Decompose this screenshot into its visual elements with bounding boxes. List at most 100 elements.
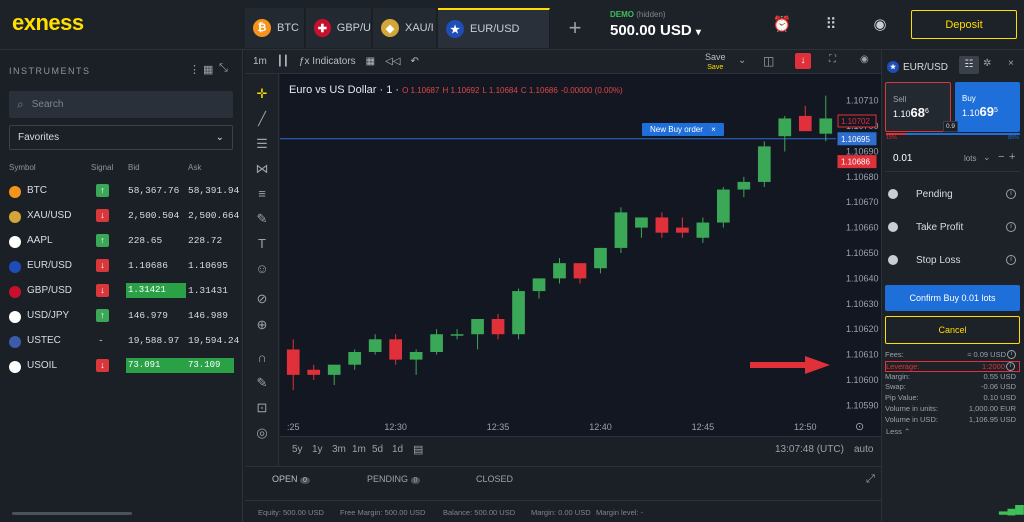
instrument-row[interactable]: XAU/USD ↓ 2,500.504 2,500.664 (0, 205, 243, 230)
text-icon[interactable]: T (254, 236, 270, 252)
cancel-button[interactable]: Cancel (885, 316, 1020, 344)
tab-pending[interactable]: PENDING 0 (367, 474, 421, 484)
exness-logo[interactable]: exness (12, 10, 84, 36)
gbp-flag-icon: ✚ (314, 19, 331, 37)
apps-grid-icon[interactable]: ⠿ (821, 15, 841, 35)
pattern-icon[interactable]: ⋈ (254, 161, 270, 177)
buy-button[interactable]: Buy 1.10695 (955, 82, 1020, 132)
instrument-symbol: USD/JPY (27, 310, 70, 321)
sell-button[interactable]: Sell 1.10686 (885, 82, 951, 132)
stop-loss-toggle[interactable]: Stop Loss i (885, 248, 1020, 272)
price-chart[interactable]: 1.107101.107001.106901.106801.106701.106… (280, 74, 881, 466)
emoji-icon[interactable]: ☺ (254, 261, 270, 277)
buy-label: Buy (962, 94, 976, 103)
range-1d-button[interactable]: 1d (392, 444, 403, 455)
indicators-button[interactable]: ƒx Indicators (299, 56, 356, 67)
lot-size-input[interactable]: 0.01 lots ⌄ − + (885, 146, 1020, 172)
zoom-in-icon[interactable]: ⊕ (254, 317, 270, 333)
instrument-row[interactable]: USD/JPY ↑ 146.979 146.989 (0, 305, 243, 330)
sidebar-scrollbar[interactable] (12, 512, 132, 515)
range-3m-button[interactable]: 3m (332, 444, 346, 455)
info-icon[interactable]: i (1006, 361, 1015, 371)
tab-xauusd[interactable]: ◆ XAU/I (373, 8, 437, 48)
candlestick-chart[interactable]: 1.107101.107001.106901.106801.106701.106… (280, 74, 881, 466)
more-icon[interactable]: ⋮ (189, 63, 200, 76)
order-arrow-icon[interactable]: ↓ (795, 53, 811, 69)
instrument-icon (9, 261, 21, 273)
signal-down-icon: ↓ (96, 259, 109, 272)
expand-icon[interactable]: ⤢ (866, 473, 875, 486)
candle-type-icon[interactable]: ┃┃ (277, 56, 289, 67)
magnet-icon[interactable]: ∩ (254, 350, 270, 366)
deposit-button[interactable]: Deposit (911, 10, 1017, 39)
replay-icon[interactable]: ◁◁ (385, 56, 400, 67)
instrument-icon (9, 311, 21, 323)
tab-eurusd[interactable]: ★ EUR/USD (438, 8, 550, 48)
instrument-row[interactable]: USTEC - 19,588.97 19,594.24 (0, 330, 243, 355)
info-icon[interactable]: i (1006, 189, 1016, 199)
plus-icon[interactable]: + (1009, 151, 1015, 163)
ruler-icon[interactable]: ⊘ (254, 291, 270, 307)
collapse-icon[interactable]: ⤡ (219, 62, 228, 75)
layout-grid-icon[interactable]: ▦ (203, 63, 213, 76)
undo-icon[interactable]: ↶ (411, 56, 419, 67)
range-5y-button[interactable]: 5y (292, 444, 303, 455)
order-settings-icon[interactable]: ☷ (959, 56, 979, 74)
fee-label: Volume in USD: (885, 414, 938, 424)
less-toggle[interactable]: Less ⌃ (886, 427, 910, 436)
lock-drawing-icon[interactable]: ✎ (254, 375, 270, 391)
templates-icon[interactable]: ▦ (366, 56, 375, 67)
instrument-row[interactable]: USOIL ↓ 73.091 73.109 (0, 355, 243, 380)
fullscreen-icon[interactable]: ⛶ (829, 54, 836, 65)
calendar-icon[interactable]: ▤ (413, 443, 423, 456)
balance-text: Balance: 500.00 USD (443, 508, 516, 517)
lock-icon[interactable]: ⊡ (254, 400, 270, 416)
close-icon[interactable]: × (1008, 58, 1014, 69)
horizontal-lines-icon[interactable]: ☰ (254, 136, 270, 152)
one-click-icon[interactable]: ✲ (983, 58, 991, 69)
instrument-row[interactable]: AAPL ↑ 228.65 228.72 (0, 230, 243, 255)
tab-gbpusd[interactable]: ✚ GBP/U (306, 8, 372, 48)
tab-btc[interactable]: ₿ BTC (245, 8, 305, 48)
info-icon[interactable]: i (1006, 255, 1016, 265)
range-5d-button[interactable]: 5d (372, 444, 383, 455)
minus-icon[interactable]: − (998, 151, 1004, 163)
save-button[interactable]: Save Save (705, 53, 726, 72)
tab-closed[interactable]: CLOSED (476, 474, 513, 484)
range-1y-button[interactable]: 1y (312, 444, 323, 455)
alarm-clock-icon[interactable]: ⏰ (772, 15, 792, 35)
trend-line-icon[interactable]: ╱ (254, 111, 270, 127)
instrument-symbol: AAPL (27, 235, 53, 246)
camera-icon[interactable]: ◫ (763, 54, 774, 68)
confirm-buy-button[interactable]: Confirm Buy 0.01 lots (885, 285, 1020, 311)
eye-icon[interactable]: ◉ (860, 54, 869, 65)
add-tab-button[interactable]: + (555, 8, 595, 48)
interval-button[interactable]: 1m (253, 56, 267, 67)
bid-price: 19,588.97 (128, 335, 180, 346)
account-type-badge[interactable]: DEMO (hidden) (610, 10, 666, 19)
user-profile-icon[interactable]: ◉ (870, 15, 890, 35)
range-1m-button[interactable]: 1m (352, 444, 366, 455)
new-buy-order-label[interactable]: New Buy order × (642, 123, 724, 136)
account-balance[interactable]: 500.00 USD ▾ (610, 22, 701, 39)
chart-settings-icon[interactable]: ⊙ (855, 420, 864, 433)
visibility-icon[interactable]: ◎ (254, 425, 270, 441)
chevron-down-icon[interactable]: ⌄ (983, 152, 991, 163)
instrument-row[interactable]: BTC ↑ 58,367.76 58,391.94 (0, 180, 243, 205)
chevron-down-icon[interactable]: ⌄ (738, 55, 746, 66)
eur-flag-icon: ★ (446, 20, 464, 38)
instrument-row[interactable]: EUR/USD ↓ 1.10686 1.10695 (0, 255, 243, 280)
search-input[interactable]: ⌕ Search (9, 91, 233, 118)
take-profit-toggle[interactable]: Take Profit i (885, 215, 1020, 239)
info-icon[interactable]: i (1006, 222, 1016, 232)
fib-icon[interactable]: ≡ (254, 186, 270, 202)
brush-icon[interactable]: ✎ (254, 211, 270, 227)
pending-toggle[interactable]: Pending i (885, 182, 1020, 206)
auto-scale-button[interactable]: auto (854, 444, 873, 455)
tab-open[interactable]: OPEN 0 (272, 474, 310, 484)
close-icon[interactable]: × (711, 125, 716, 134)
favorites-dropdown[interactable]: Favorites ⌄ (9, 125, 233, 150)
crosshair-icon[interactable]: ✛ (254, 86, 270, 102)
info-icon[interactable]: i (1007, 350, 1016, 359)
instrument-row[interactable]: GBP/USD ↓ 1.31421 1.31431 (0, 280, 243, 305)
